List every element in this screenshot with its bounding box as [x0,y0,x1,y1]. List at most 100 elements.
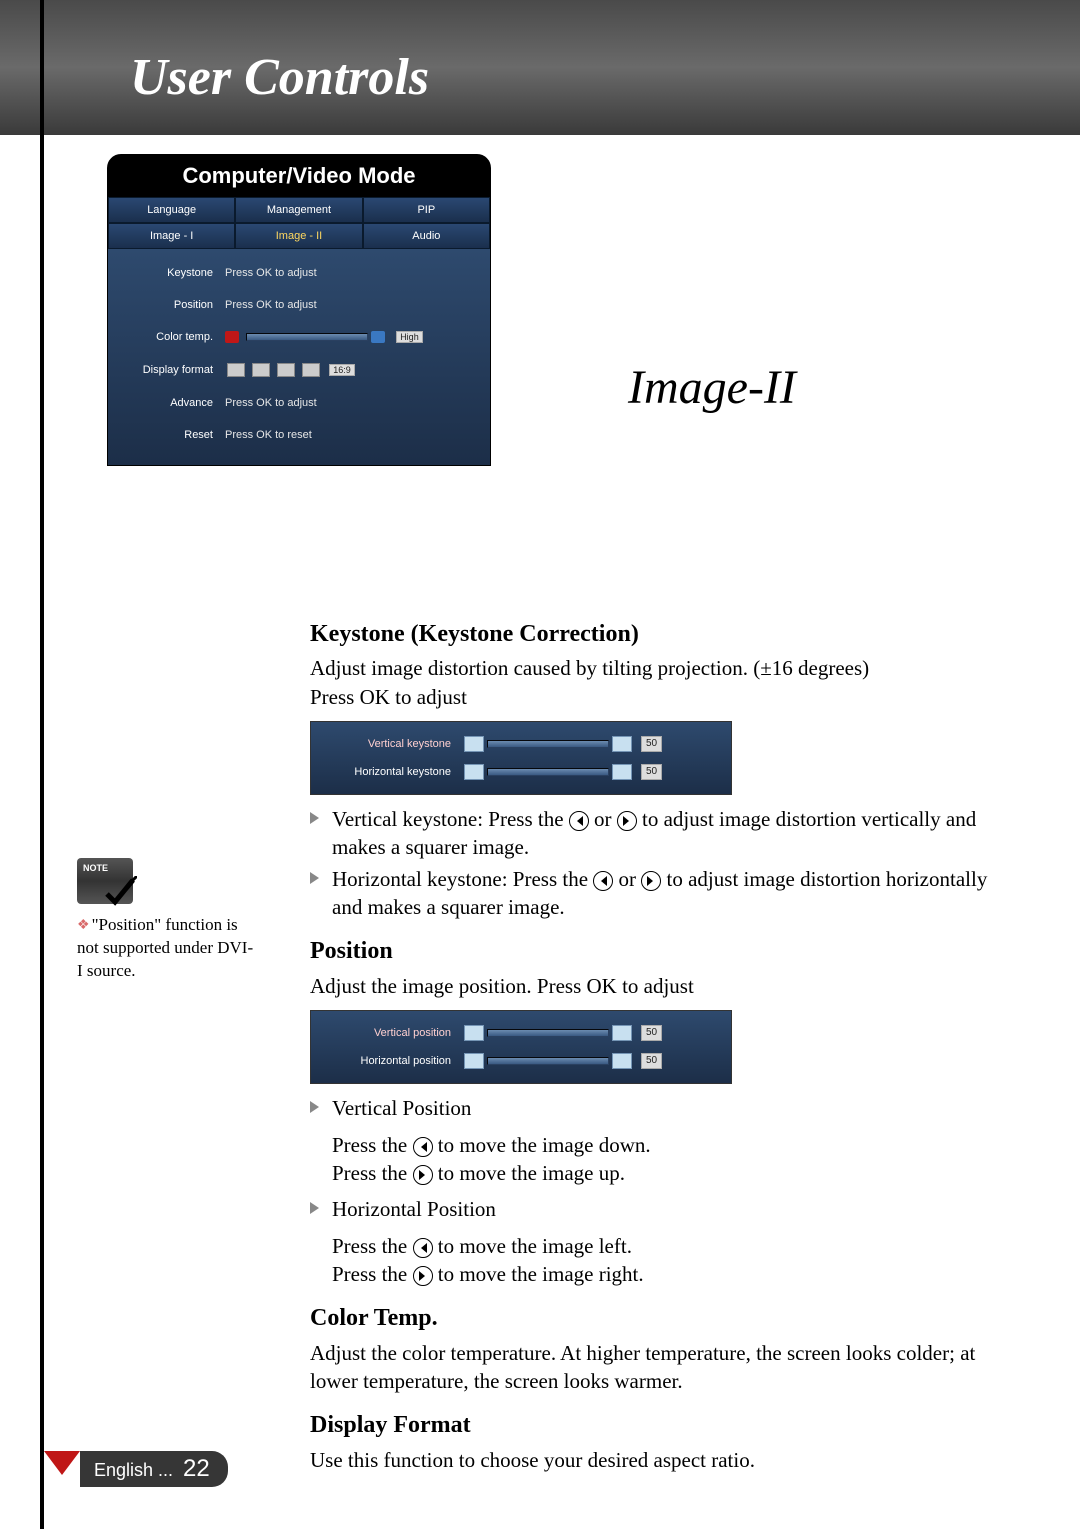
page-header-title: User Controls [130,48,429,107]
text-vk-1: Vertical keystone: Press the [332,807,569,831]
checkmark-icon [103,876,137,910]
value-advance: Press OK to adjust [225,397,480,409]
text-vp-head: Vertical Position [332,1096,471,1120]
aspect-icon-3[interactable] [277,363,295,377]
text-vk-2: or [594,807,617,831]
row-horizontal-position[interactable]: Horizontal position 50 [321,1047,721,1075]
value-displayformat: 16:9 [225,363,480,377]
diamond-icon: ❖ [77,918,90,933]
row-reset[interactable]: Reset Press OK to reset [118,419,480,451]
hkeystone-icon-left [464,764,484,780]
hpos-icon-right [612,1053,632,1069]
tab-image-1[interactable]: Image - I [108,223,235,249]
left-arrow-icon [593,871,613,891]
tab-audio[interactable]: Audio [363,223,490,249]
text-hp-head: Horizontal Position [332,1197,496,1221]
vpos-icon-right [612,1025,632,1041]
vkeystone-icon-right [612,736,632,752]
row-vertical-position[interactable]: Vertical position 50 [321,1019,721,1047]
tab-image-2[interactable]: Image - II [235,223,362,249]
bullet-horizontal-position: Horizontal Position [310,1195,1000,1223]
note-icon: NOTE [77,858,133,904]
osd-title: Computer/Video Mode [108,155,490,197]
line-vpos-up: Press the to move the image up. [332,1159,1000,1187]
note-badge-text: NOTE [83,862,108,874]
row-advance[interactable]: Advance Press OK to adjust [118,387,480,419]
text-hk-2: or [619,867,642,891]
vkeystone-value: 50 [641,736,662,752]
bullet-icon [310,812,319,824]
side-rule [40,0,44,1529]
label-keystone: Keystone [118,267,225,279]
value-keystone: Press OK to adjust [225,267,480,279]
value-colortemp: High [225,331,480,343]
tab-language[interactable]: Language [108,197,235,223]
bullet-vertical-position: Vertical Position [310,1094,1000,1122]
page-footer: English ... 22 [44,1451,228,1487]
cool-icon [371,331,385,343]
note-box: NOTE ❖"Position" function is not support… [77,858,257,983]
position-subpanel: Vertical position 50 Horizontal position… [310,1010,732,1084]
row-horizontal-keystone[interactable]: Horizontal keystone 50 [321,758,721,786]
vpos-lines: Press the to move the image down. Press … [310,1131,1000,1188]
line-hpos-left: Press the to move the image left. [332,1232,1000,1260]
bullet-icon [310,872,319,884]
vpos-slider[interactable] [487,1029,609,1037]
manual-page: User Controls Computer/Video Mode Langua… [0,0,1080,1529]
hpos-slider[interactable] [487,1057,609,1065]
colortemp-badge: High [396,331,423,343]
right-arrow-icon [413,1165,433,1185]
tab-management[interactable]: Management [235,197,362,223]
colortemp-slider[interactable] [246,333,368,341]
hkeystone-slider[interactable] [487,768,609,776]
displayformat-badge: 16:9 [329,364,355,376]
row-position[interactable]: Position Press OK to adjust [118,289,480,321]
footer-language: English ... [94,1460,173,1481]
osd-tabs: Language Management PIP Image - I Image … [108,197,490,249]
label-displayformat: Display format [118,364,225,376]
aspect-icon-1[interactable] [227,363,245,377]
row-vertical-keystone[interactable]: Vertical keystone 50 [321,730,721,758]
vpos-value: 50 [641,1025,662,1041]
row-color-temp[interactable]: Color temp. High [118,321,480,353]
hkeystone-icon-right [612,764,632,780]
t-vd2: to move the image down. [438,1133,651,1157]
heading-displayformat: Display Format [310,1409,1000,1441]
text-hk-1: Horizontal keystone: Press the [332,867,593,891]
t-vu1: Press the [332,1161,413,1185]
keystone-desc1: Adjust image distortion caused by tiltin… [310,654,1000,682]
left-arrow-icon [413,1137,433,1157]
value-reset: Press OK to reset [225,429,480,441]
row-keystone[interactable]: Keystone Press OK to adjust [118,257,480,289]
aspect-icon-2[interactable] [252,363,270,377]
left-arrow-icon [413,1238,433,1258]
keystone-desc2: Press OK to adjust [310,683,1000,711]
vpos-icon-left [464,1025,484,1041]
position-bullets-2: Horizontal Position [310,1195,1000,1223]
label-vposition: Vertical position [321,1026,461,1041]
heading-keystone: Keystone (Keystone Correction) [310,618,1000,650]
t-hr2: to move the image right. [438,1262,644,1286]
heading-position: Position [310,935,1000,967]
aspect-icon-4[interactable] [302,363,320,377]
label-hposition: Horizontal position [321,1054,461,1069]
line-hpos-right: Press the to move the image right. [332,1260,1000,1288]
right-arrow-icon [641,871,661,891]
colortemp-desc: Adjust the color temperature. At higher … [310,1339,1000,1396]
footer-pill: English ... 22 [80,1451,228,1487]
vkeystone-slider[interactable] [487,740,609,748]
heading-colortemp: Color Temp. [310,1302,1000,1334]
row-display-format[interactable]: Display format 16:9 [118,353,480,387]
position-desc: Adjust the image position. Press OK to a… [310,972,1000,1000]
osd-main-panel: Computer/Video Mode Language Management … [107,154,491,466]
t-vu2: to move the image up. [438,1161,625,1185]
hpos-icon-left [464,1053,484,1069]
footer-arrow-icon [44,1451,80,1475]
hpos-value: 50 [641,1053,662,1069]
bullet-horizontal-keystone: Horizontal keystone: Press the or to adj… [310,865,1000,922]
tab-pip[interactable]: PIP [363,197,490,223]
bullet-icon [310,1101,319,1113]
label-colortemp: Color temp. [118,331,225,343]
right-arrow-icon [413,1266,433,1286]
t-hl1: Press the [332,1234,413,1258]
